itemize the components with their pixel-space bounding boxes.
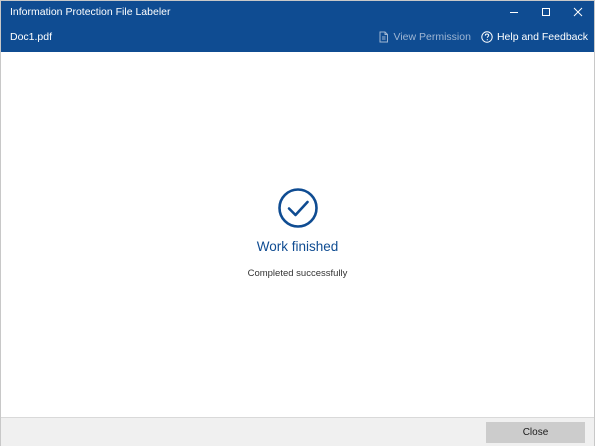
minimize-button[interactable] <box>498 1 530 22</box>
main-content: Work finished Completed successfully <box>1 52 594 417</box>
view-permission-label: View Permission <box>393 31 471 43</box>
help-feedback-button[interactable]: Help and Feedback <box>481 31 588 43</box>
window-title: Information Protection File Labeler <box>10 5 171 18</box>
status-title: Work finished <box>256 239 339 254</box>
maximize-button[interactable] <box>530 1 562 22</box>
checkmark-circle-icon <box>278 188 318 228</box>
document-permission-icon <box>379 31 388 43</box>
minimize-icon <box>510 11 518 13</box>
close-window-button[interactable] <box>562 1 594 22</box>
close-icon <box>573 7 583 16</box>
help-icon <box>481 31 493 43</box>
title-bar: Information Protection File Labeler <box>1 1 594 22</box>
help-feedback-label: Help and Feedback <box>496 31 588 43</box>
view-permission-button[interactable]: View Permission <box>378 31 471 43</box>
close-button[interactable]: Close <box>486 422 585 443</box>
maximize-icon <box>542 7 550 16</box>
toolbar: Doc1.pdf View Permission Help and Feedba… <box>1 22 594 52</box>
app-window: Information Protection File Labeler Doc1… <box>0 0 595 446</box>
file-name: Doc1.pdf <box>10 31 53 43</box>
window-controls <box>498 1 594 22</box>
footer-bar: Close <box>1 417 594 446</box>
status-message: Completed successfully <box>247 268 348 279</box>
